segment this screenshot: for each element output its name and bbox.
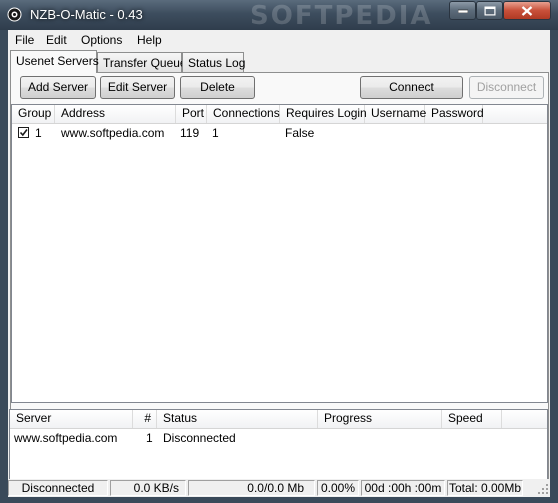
status-size: 0.0/0.0 Mb (188, 480, 315, 496)
window-title: NZB-O-Matic - 0.43 (30, 7, 143, 22)
cell-number: 1 (146, 431, 153, 445)
status-total: Total: 0.00Mb (447, 480, 523, 496)
menu-file[interactable]: File (15, 33, 34, 47)
column-header-speed[interactable]: Speed (442, 410, 502, 428)
menu-help[interactable]: Help (137, 33, 162, 47)
minimize-button[interactable] (449, 1, 476, 20)
connections-list-header: Server # Status Progress Speed (10, 410, 547, 429)
close-button[interactable] (503, 1, 551, 20)
watermark: SOFTPEDIA (250, 1, 433, 31)
cell-server: www.softpedia.com (14, 431, 118, 445)
status-speed: 0.0 KB/s (110, 480, 186, 496)
close-icon (521, 5, 533, 16)
cell-connections: 1 (212, 126, 219, 140)
tab-label: Usenet Servers (16, 54, 99, 68)
status-elapsed-time: 00d :00h :00m (361, 480, 445, 496)
disconnect-button[interactable]: Disconnect (469, 76, 544, 99)
menu-options[interactable]: Options (81, 33, 122, 47)
tab-label: Transfer Queue (103, 56, 187, 70)
menu-edit[interactable]: Edit (46, 33, 67, 47)
connect-button[interactable]: Connect (360, 76, 463, 99)
client-area: File Edit Options Help Usenet Servers Tr… (8, 30, 550, 496)
maximize-button[interactable] (476, 1, 503, 20)
checkmark-icon (19, 129, 28, 137)
servers-list-header: Group Address Port Connections Requires … (12, 105, 547, 124)
column-header-number[interactable]: # (133, 410, 157, 428)
column-header-requires-login[interactable]: Requires Login (280, 105, 367, 123)
status-percent: 0.00% (317, 480, 359, 496)
tab-transfer-queue[interactable]: Transfer Queue (97, 52, 187, 72)
server-enabled-checkbox[interactable] (18, 127, 29, 138)
cell-address: www.softpedia.com (61, 126, 165, 140)
maximize-icon (484, 6, 495, 15)
tab-usenet-servers[interactable]: Usenet Servers (10, 50, 99, 73)
column-header-username[interactable]: Username (365, 105, 426, 123)
delete-button[interactable]: Delete (180, 76, 255, 99)
column-header-group[interactable]: Group (12, 105, 55, 123)
column-header-progress[interactable]: Progress (318, 410, 442, 428)
menu-bar: File Edit Options Help (8, 30, 550, 50)
title-bar[interactable]: NZB-O-Matic - 0.43 SOFTPEDIA (0, 0, 558, 31)
column-header-password[interactable]: Password (425, 105, 484, 123)
usenet-servers-panel: Add Server Edit Server Delete Connect Di… (9, 72, 549, 496)
column-header-server[interactable]: Server (10, 410, 133, 428)
status-connection-state: Disconnected (8, 480, 108, 496)
column-header-status[interactable]: Status (157, 410, 318, 428)
table-row[interactable]: 1 www.softpedia.com 119 1 False (12, 124, 547, 141)
column-header-port[interactable]: Port (176, 105, 207, 123)
minimize-icon (457, 9, 468, 13)
tab-label: Status Log (188, 56, 246, 70)
table-row[interactable]: www.softpedia.com 1 Disconnected (10, 429, 547, 446)
cell-requires-login: False (285, 126, 315, 140)
servers-list[interactable]: Group Address Port Connections Requires … (11, 104, 548, 403)
resize-grip-icon[interactable] (537, 483, 549, 495)
column-header-address[interactable]: Address (55, 105, 176, 123)
add-server-button[interactable]: Add Server (20, 76, 96, 99)
column-header-connections[interactable]: Connections (207, 105, 280, 123)
edit-server-button[interactable]: Edit Server (100, 76, 175, 99)
cell-group: 1 (35, 126, 42, 140)
cell-port: 119 (180, 126, 200, 140)
cell-status: Disconnected (163, 431, 236, 445)
tab-status-log[interactable]: Status Log (182, 52, 246, 72)
app-icon (7, 7, 22, 22)
status-bar: Disconnected 0.0 KB/s 0.0/0.0 Mb 0.00% 0… (8, 479, 550, 497)
